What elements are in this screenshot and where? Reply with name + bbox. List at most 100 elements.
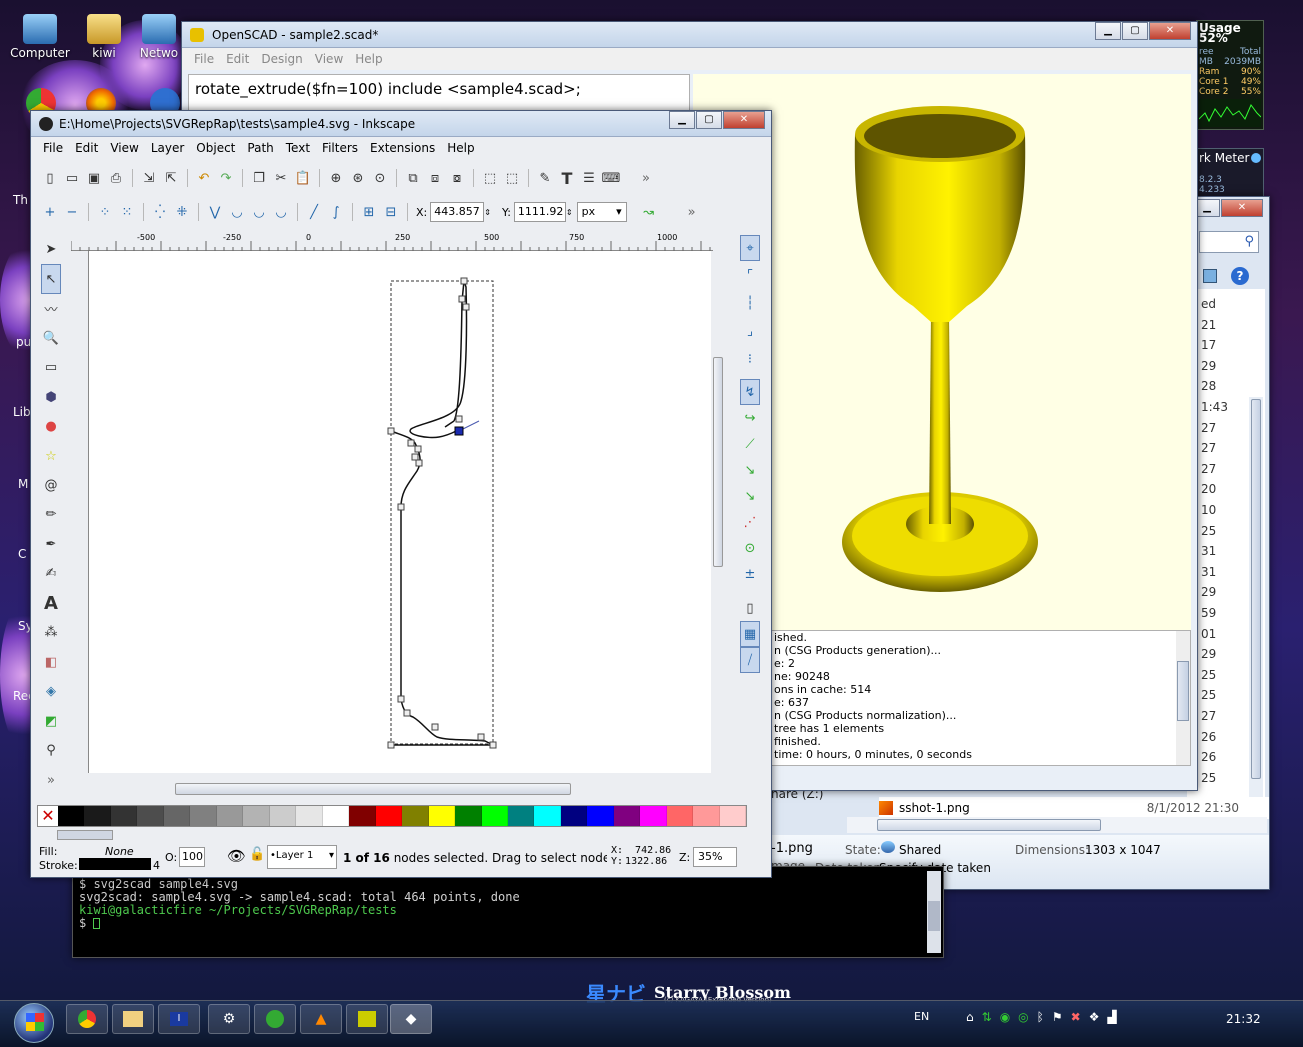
color-swatch[interactable] [640,806,667,826]
y-input[interactable]: 1111.92 [513,202,566,222]
canvas-vertical-scrollbar[interactable] [711,251,725,781]
snap-guide-icon[interactable]: ⧸ [740,647,760,673]
import-icon[interactable]: ⇲ [139,168,159,188]
start-button[interactable] [14,1003,54,1043]
color-swatch[interactable] [296,806,323,826]
text-tool-icon[interactable]: A [41,589,61,618]
paste-icon[interactable]: 📋 [293,168,313,188]
color-swatch[interactable] [402,806,429,826]
stroke-width[interactable]: 4 [153,859,160,872]
volume-icon[interactable]: ▟ [1107,1010,1116,1024]
snap-enable-icon[interactable]: ⌖ [740,235,760,261]
menu-help[interactable]: Help [349,52,388,66]
node-tool-icon[interactable]: ↖ [41,264,61,294]
path-node[interactable] [397,503,405,511]
show-transform-handles-icon[interactable]: ↝ [639,202,659,222]
color-swatch[interactable] [534,806,561,826]
maximize-button[interactable]: ▢ [1122,22,1148,40]
color-swatch[interactable] [243,806,270,826]
menu-text[interactable]: Text [280,141,316,155]
line-segment-icon[interactable]: ╱ [304,202,324,222]
curve-segment-icon[interactable]: ∫ [326,202,346,222]
color-swatch[interactable] [190,806,217,826]
tray-arrows-icon[interactable]: ⇅ [982,1010,992,1024]
scrollbar-thumb[interactable] [928,901,940,931]
close-button[interactable]: ✕ [1221,199,1263,217]
color-swatch[interactable] [269,806,297,826]
snap-bbox-edge-icon[interactable]: ┆ [740,289,760,317]
color-swatch[interactable] [375,806,403,826]
delete-segment-icon[interactable]: ⁜ [172,202,192,222]
scrollbar-thumb[interactable] [713,357,723,567]
network-tray-icon[interactable]: ❖ [1089,1010,1100,1024]
snap-nodes-icon[interactable]: ↯ [740,379,760,405]
minimize-button[interactable]: ▁ [1095,22,1121,40]
snap-centers-icon[interactable]: ⊙ [740,535,760,561]
fill-stroke-icon[interactable]: ✎ [535,168,555,188]
color-swatch[interactable] [613,806,641,826]
gradient-tool-icon[interactable]: ◩ [41,707,61,736]
opacity-input[interactable]: 100 [179,847,205,867]
join-segment-icon[interactable]: ⁛ [150,202,170,222]
menu-layer[interactable]: Layer [145,141,190,155]
stroke-to-path-icon[interactable]: ⊟ [381,202,401,222]
file-row[interactable]: sshot-1.png 8/1/2012 21:30 [879,797,1269,819]
path-node[interactable] [415,459,423,467]
search-input[interactable]: ⚲ [1199,231,1259,253]
break-path-icon[interactable]: ⁙ [117,202,137,222]
zoom-page-icon[interactable]: ⊙ [370,168,390,188]
group-icon[interactable]: ⬚ [480,168,500,188]
zoom-tool-icon[interactable]: 🔍 [41,323,61,352]
taskbar-tool[interactable]: ⚙ [208,1004,250,1034]
cusp-node-icon[interactable]: ⋁ [205,202,225,222]
eye-icon[interactable]: 👁 [227,847,246,865]
path-node[interactable] [462,303,470,311]
menu-edit[interactable]: Edit [220,52,255,66]
symmetric-node-icon[interactable]: ◡ [249,202,269,222]
unit-select[interactable]: px ▾ [576,202,627,222]
scrollbar-thumb[interactable] [1251,399,1261,779]
snap-intersections-icon[interactable]: ⟋ [740,431,760,457]
path-node[interactable] [407,439,415,447]
xml-editor-icon[interactable]: ⌨ [601,168,621,188]
clone-icon[interactable]: ⧈ [425,168,445,188]
y-spinner[interactable]: ⇕ [566,208,573,217]
taskbar-openscad[interactable] [346,1004,388,1034]
color-swatch[interactable] [719,806,747,826]
color-swatch[interactable] [587,806,614,826]
scrollbar-thumb[interactable] [57,830,113,840]
scrollbar-thumb[interactable] [1177,661,1189,721]
maximize-button[interactable]: ▢ [696,111,722,129]
menu-help[interactable]: Help [441,141,480,155]
tweak-tool-icon[interactable]: 〰 [41,294,61,323]
color-swatch[interactable] [428,806,456,826]
join-nodes-icon[interactable]: ⁘ [95,202,115,222]
code-editor[interactable]: rotate_extrude($fn=100) include <sample4… [188,74,690,114]
path-node[interactable] [387,741,395,749]
object-to-path-icon[interactable]: ⊞ [359,202,379,222]
color-swatch[interactable] [137,806,164,826]
path-node[interactable] [458,295,466,303]
desktop-icon-kiwi[interactable]: kiwi [74,14,134,60]
taskbar-app[interactable]: I [158,1004,200,1034]
new-icon[interactable]: ▯ [40,168,60,188]
bluetooth-icon[interactable]: ᛒ [1037,1010,1044,1024]
menu-filters[interactable]: Filters [316,141,364,155]
3d-box-tool-icon[interactable]: ⬢ [41,382,61,411]
menu-object[interactable]: Object [190,141,241,155]
palette-scrollbar[interactable] [53,829,747,841]
zoom-selection-icon[interactable]: ⊕ [326,168,346,188]
path-node[interactable] [403,709,411,717]
drawing-canvas[interactable] [89,251,713,773]
snap-paths-icon[interactable]: ↪ [740,405,760,431]
console-scrollbar[interactable] [1176,631,1190,765]
tray-flag-icon[interactable]: ⚑ [1052,1010,1063,1024]
tray-x-icon[interactable]: ✖ [1071,1010,1081,1024]
snap-midpoints-icon[interactable]: ⋰ [740,509,760,535]
color-swatch[interactable] [110,806,138,826]
canvas-horizontal-scrollbar[interactable] [71,781,713,797]
redo-icon[interactable]: ↷ [216,168,236,188]
cut-icon[interactable]: ✂ [271,168,291,188]
snap-bbox-corner-icon[interactable]: ⌟ [740,317,760,345]
more-icon[interactable]: » [636,168,656,188]
